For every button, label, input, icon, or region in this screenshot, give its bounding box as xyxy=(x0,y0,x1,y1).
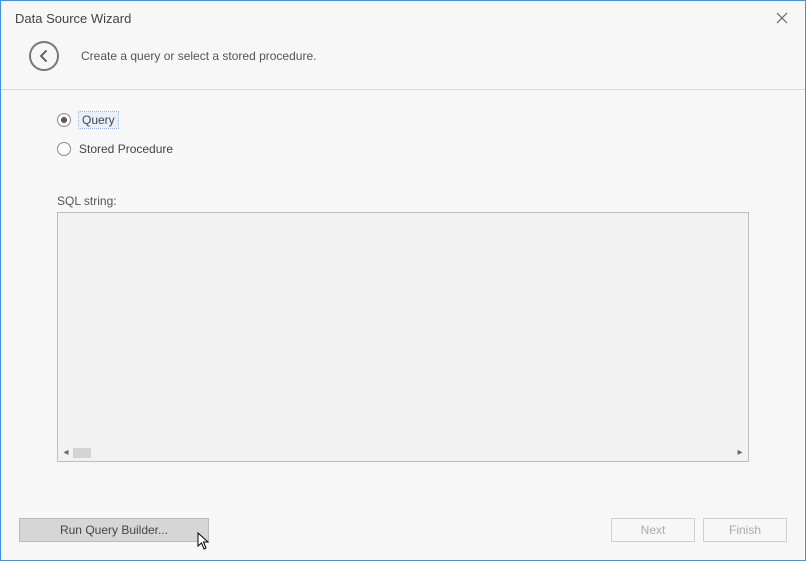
stored-procedure-radio-row[interactable]: Stored Procedure xyxy=(57,142,749,156)
scroll-right-icon[interactable]: ▸ xyxy=(735,447,745,458)
close-icon xyxy=(776,12,788,24)
next-button[interactable]: Next xyxy=(611,518,695,542)
content-area: Query Stored Procedure SQL string: ◂ ▸ xyxy=(1,90,805,518)
close-button[interactable] xyxy=(773,9,791,27)
sql-string-input[interactable]: ◂ ▸ xyxy=(57,212,749,462)
horizontal-scrollbar[interactable]: ◂ ▸ xyxy=(58,444,748,461)
query-radio[interactable] xyxy=(57,113,71,127)
back-arrow-icon xyxy=(37,49,51,63)
data-source-wizard-window: Data Source Wizard Create a query or sel… xyxy=(0,0,806,561)
query-radio-label: Query xyxy=(79,112,118,128)
sql-string-label: SQL string: xyxy=(57,194,749,208)
header-instruction: Create a query or select a stored proced… xyxy=(81,49,316,63)
horizontal-scroll-thumb[interactable] xyxy=(73,448,91,458)
window-title: Data Source Wizard xyxy=(15,11,131,26)
finish-button[interactable]: Finish xyxy=(703,518,787,542)
stored-procedure-radio[interactable] xyxy=(57,142,71,156)
sql-section: SQL string: ◂ ▸ xyxy=(57,194,749,518)
run-query-builder-button[interactable]: Run Query Builder... xyxy=(19,518,209,542)
back-button[interactable] xyxy=(29,41,59,71)
query-radio-row[interactable]: Query xyxy=(57,112,749,128)
scroll-left-icon[interactable]: ◂ xyxy=(61,447,71,458)
footer: Run Query Builder... Next Finish xyxy=(1,518,805,560)
header-row: Create a query or select a stored proced… xyxy=(1,33,805,89)
sql-text-area[interactable] xyxy=(58,213,748,444)
titlebar: Data Source Wizard xyxy=(1,1,805,33)
stored-procedure-radio-label: Stored Procedure xyxy=(79,142,173,156)
